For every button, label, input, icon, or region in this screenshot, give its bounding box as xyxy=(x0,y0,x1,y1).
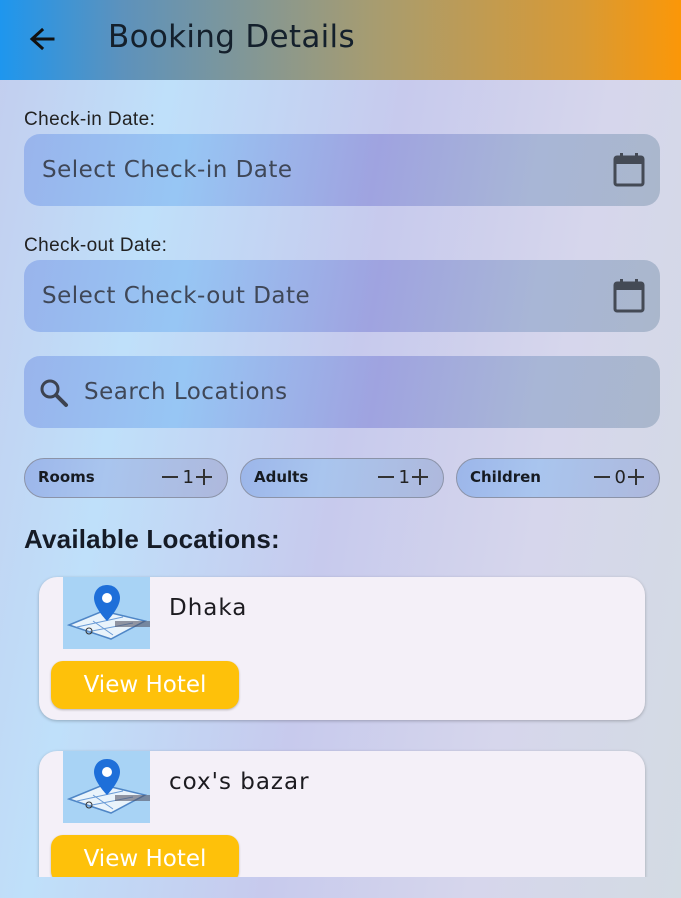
counter-value: 1 xyxy=(398,467,410,488)
minus-icon[interactable] xyxy=(593,468,611,486)
map-pin-icon xyxy=(63,577,150,649)
app-bar: Booking Details xyxy=(0,0,681,80)
location-card: cox's bazar View Hotel xyxy=(39,751,645,877)
rooms-counter: Rooms 1 xyxy=(24,458,228,498)
location-card: Dhaka View Hotel xyxy=(39,577,645,720)
location-name: cox's bazar xyxy=(169,769,310,795)
checkout-label: Check-out Date: xyxy=(24,235,168,256)
minus-icon[interactable] xyxy=(377,468,395,486)
locations-list[interactable]: Dhaka View Hotel cox's bazar View Hotel xyxy=(0,560,681,877)
calendar-icon[interactable] xyxy=(612,278,646,314)
plus-icon[interactable] xyxy=(195,468,213,486)
location-name: Dhaka xyxy=(169,595,248,621)
view-hotel-button[interactable]: View Hotel xyxy=(51,661,239,709)
section-title: Available Locations: xyxy=(24,524,280,554)
search-input[interactable]: Search Locations xyxy=(24,356,660,428)
counter-label: Children xyxy=(470,468,541,486)
search-placeholder: Search Locations xyxy=(84,379,288,405)
checkin-label: Check-in Date: xyxy=(24,109,156,130)
plus-icon[interactable] xyxy=(627,468,645,486)
children-counter: Children 0 xyxy=(456,458,660,498)
minus-icon[interactable] xyxy=(161,468,179,486)
plus-icon[interactable] xyxy=(411,468,429,486)
view-hotel-button[interactable]: View Hotel xyxy=(51,835,239,877)
back-button[interactable] xyxy=(22,20,62,60)
checkout-placeholder: Select Check-out Date xyxy=(42,283,311,309)
map-pin-icon xyxy=(63,751,150,823)
search-icon xyxy=(40,379,68,407)
counter-label: Adults xyxy=(254,468,309,486)
calendar-icon[interactable] xyxy=(612,152,646,188)
checkout-date-field[interactable]: Select Check-out Date xyxy=(24,260,660,332)
counter-label: Rooms xyxy=(38,468,95,486)
checkin-placeholder: Select Check-in Date xyxy=(42,157,293,183)
page-title: Booking Details xyxy=(108,19,355,55)
checkin-date-field[interactable]: Select Check-in Date xyxy=(24,134,660,206)
arrow-left-icon xyxy=(29,27,55,51)
counter-value: 1 xyxy=(182,467,194,488)
adults-counter: Adults 1 xyxy=(240,458,444,498)
counter-value: 0 xyxy=(614,467,626,488)
